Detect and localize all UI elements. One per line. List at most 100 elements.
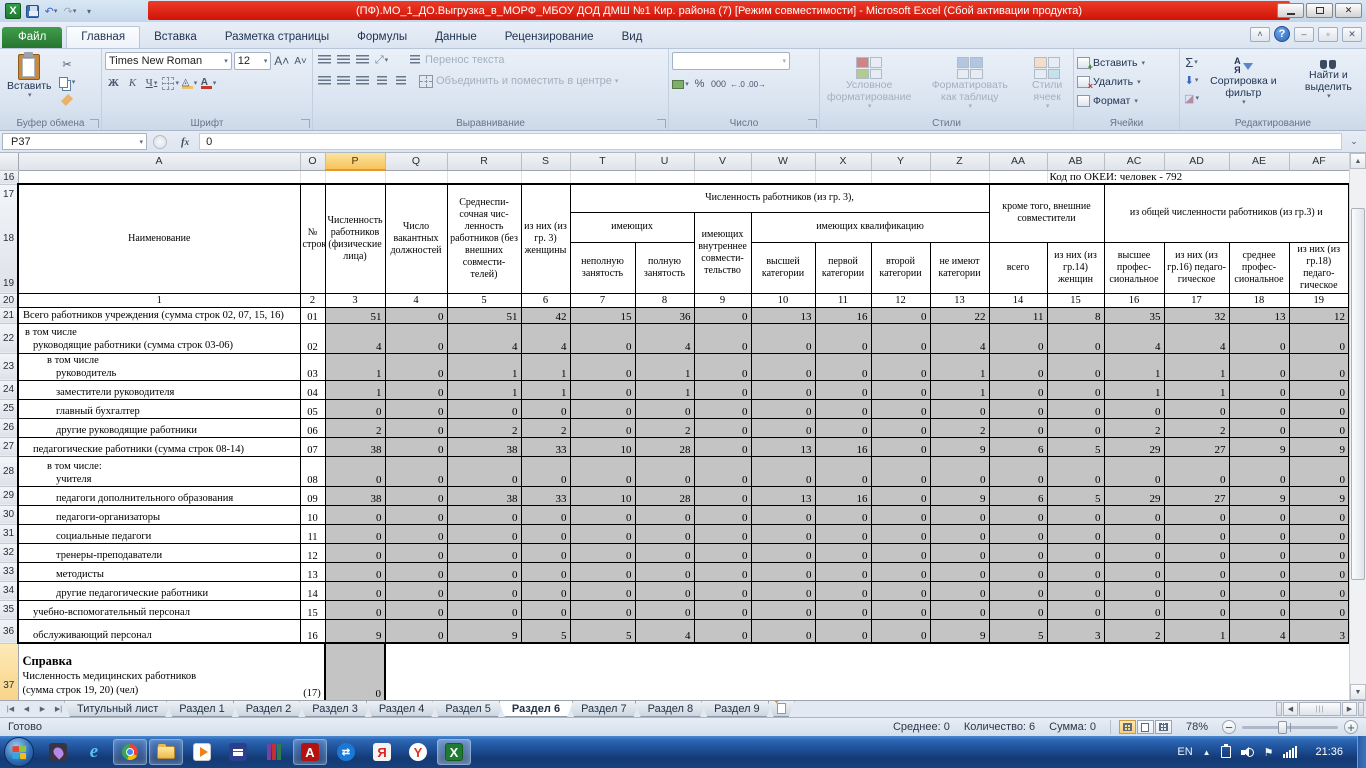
cell-AA29[interactable]: 6 <box>989 486 1047 505</box>
cell-X27[interactable]: 16 <box>815 437 871 456</box>
header-cat-none[interactable]: не имеют категории <box>930 242 989 293</box>
cell-AD34[interactable]: 0 <box>1164 581 1229 600</box>
cell-V36[interactable]: 0 <box>694 619 751 643</box>
column-header-Q[interactable]: Q <box>385 153 447 170</box>
cell-AF30[interactable]: 0 <box>1289 505 1349 524</box>
column-header-P[interactable]: P <box>325 153 385 170</box>
cell-AA36[interactable]: 5 <box>989 619 1047 643</box>
insert-cells-button[interactable]: +Вставить▾ <box>1077 54 1176 71</box>
last-sheet-icon[interactable]: ▶| <box>51 703 66 716</box>
cell-W26[interactable]: 0 <box>751 418 815 437</box>
cell-AC25[interactable]: 0 <box>1104 399 1164 418</box>
cell-AB23[interactable]: 0 <box>1047 353 1104 380</box>
row-header-29[interactable]: 29 <box>0 486 18 505</box>
cell-X29[interactable]: 16 <box>815 486 871 505</box>
header-cat-high[interactable]: высшей категории <box>751 242 815 293</box>
cell-R25[interactable]: 0 <box>447 399 521 418</box>
cell-Q23[interactable]: 0 <box>385 353 447 380</box>
cell-S35[interactable]: 0 <box>521 600 570 619</box>
column-header-V[interactable]: V <box>694 153 751 170</box>
cell-AA24[interactable]: 0 <box>989 380 1047 399</box>
paste-button[interactable]: Вставить▾ <box>3 52 56 116</box>
merge-center-button[interactable]: Объединить и поместить в центре▾ <box>417 73 618 89</box>
cell-Y22[interactable]: 0 <box>871 323 930 353</box>
header-secondary-ped[interactable]: из них (из гр.18) педаго-гическое <box>1289 242 1349 293</box>
header-of-total[interactable]: Численность работников (из гр. 3), <box>570 184 989 212</box>
conditional-formatting-button[interactable]: Условное форматирование▾ <box>823 55 915 113</box>
cell-AC29[interactable]: 29 <box>1104 486 1164 505</box>
cell-AD26[interactable]: 2 <box>1164 418 1229 437</box>
cell-V34[interactable]: 0 <box>694 581 751 600</box>
cell-AA30[interactable]: 0 <box>989 505 1047 524</box>
cell-A33[interactable]: методисты <box>18 562 300 581</box>
cell-AD36[interactable]: 1 <box>1164 619 1229 643</box>
cell-AB30[interactable]: 0 <box>1047 505 1104 524</box>
cell-T21[interactable]: 15 <box>570 307 635 323</box>
row-header-21[interactable]: 21 <box>0 307 18 323</box>
header-education[interactable]: из общей численности работников (из гр.3… <box>1104 184 1349 242</box>
cell-Q36[interactable]: 0 <box>385 619 447 643</box>
hidden-icons-icon[interactable]: ▲ <box>1203 748 1211 757</box>
cell-AB22[interactable]: 0 <box>1047 323 1104 353</box>
header-ext-women[interactable]: из них (из гр.14) женщин <box>1047 242 1104 293</box>
vertical-scrollbar[interactable]: ▲ ▼ <box>1349 153 1366 700</box>
taskbar-yandex-browser-icon[interactable]: Y <box>401 739 435 765</box>
cell-AA27[interactable]: 6 <box>989 437 1047 456</box>
cell-Q29[interactable]: 0 <box>385 486 447 505</box>
row-header-22[interactable]: 22 <box>0 323 18 353</box>
cell-X28[interactable]: 0 <box>815 456 871 486</box>
column-header-AE[interactable]: AE <box>1229 153 1289 170</box>
cell-X32[interactable]: 0 <box>815 543 871 562</box>
sheet-tab-раздел-1[interactable]: Раздел 1 <box>166 701 238 717</box>
col-number-5[interactable]: 5 <box>447 293 521 307</box>
cell-R23[interactable]: 1 <box>447 353 521 380</box>
cell-Y35[interactable]: 0 <box>871 600 930 619</box>
cell-AF32[interactable]: 0 <box>1289 543 1349 562</box>
number-dialog-launcher[interactable] <box>808 119 817 128</box>
cell-S27[interactable]: 33 <box>521 437 570 456</box>
taskbar-chrome-icon[interactable] <box>113 739 147 765</box>
cell-AC35[interactable]: 0 <box>1104 600 1164 619</box>
close-button[interactable]: ✕ <box>1335 3 1362 18</box>
shrink-font-icon[interactable]: A˅ <box>292 53 309 69</box>
cell-AE36[interactable]: 4 <box>1229 619 1289 643</box>
row-header-23[interactable]: 23 <box>0 353 18 380</box>
col-number-15[interactable]: 15 <box>1047 293 1104 307</box>
col-number-17[interactable]: 17 <box>1164 293 1229 307</box>
cell-V25[interactable]: 0 <box>694 399 751 418</box>
cell-AC28[interactable]: 0 <box>1104 456 1164 486</box>
cell-AE32[interactable]: 0 <box>1229 543 1289 562</box>
cell-U27[interactable]: 28 <box>635 437 694 456</box>
cell-AD25[interactable]: 0 <box>1164 399 1229 418</box>
cell-empty-16[interactable] <box>385 170 447 184</box>
align-middle-icon[interactable] <box>335 52 352 68</box>
row-header-30[interactable]: 30 <box>0 505 18 524</box>
cell-P36[interactable]: 9 <box>325 619 385 643</box>
find-select-button[interactable]: Найти и выделить▾ <box>1294 55 1363 103</box>
row-header-25[interactable]: 25 <box>0 399 18 418</box>
cell-AC23[interactable]: 1 <box>1104 353 1164 380</box>
header-name[interactable]: Наименование <box>18 184 300 293</box>
cell-A23[interactable]: в том числеруководитель <box>18 353 300 380</box>
column-header-Z[interactable]: Z <box>930 153 989 170</box>
cell-W30[interactable]: 0 <box>751 505 815 524</box>
tab-view[interactable]: Вид <box>608 27 657 48</box>
orientation-icon[interactable]: ⤢▾ <box>373 52 390 68</box>
taskbar-excel-icon[interactable]: X <box>437 739 471 765</box>
cell-A34[interactable]: другие педагогические работники <box>18 581 300 600</box>
cell-S24[interactable]: 1 <box>521 380 570 399</box>
number-format-select[interactable]: ▾ <box>672 52 790 70</box>
taskbar-floppy-app-icon[interactable] <box>221 739 255 765</box>
col-number-10[interactable]: 10 <box>751 293 815 307</box>
cell-V21[interactable]: 0 <box>694 307 751 323</box>
cell-A25[interactable]: главный бухгалтер <box>18 399 300 418</box>
cell-AF33[interactable]: 0 <box>1289 562 1349 581</box>
cell-R29[interactable]: 38 <box>447 486 521 505</box>
zoom-in-icon[interactable]: + <box>1344 720 1358 734</box>
header-external[interactable]: кроме того, внешние совместители <box>989 184 1104 242</box>
cell-W31[interactable]: 0 <box>751 524 815 543</box>
cell-Y30[interactable]: 0 <box>871 505 930 524</box>
cell-X30[interactable]: 0 <box>815 505 871 524</box>
cell-AA31[interactable]: 0 <box>989 524 1047 543</box>
cell-R21[interactable]: 51 <box>447 307 521 323</box>
